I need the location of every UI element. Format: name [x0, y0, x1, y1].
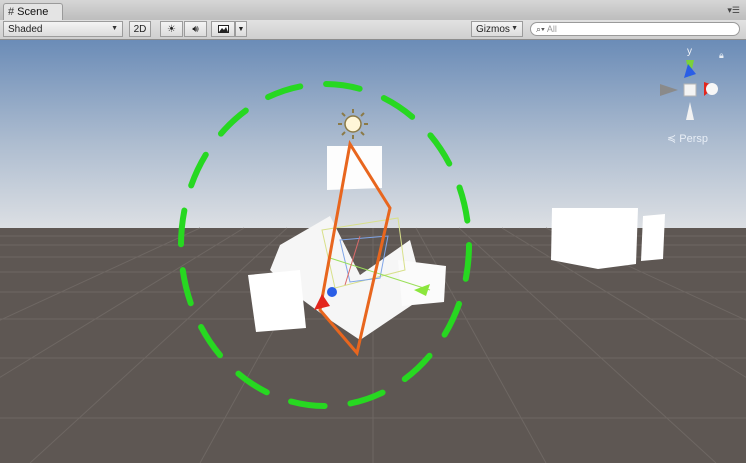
- gizmos-label: Gizmos: [476, 23, 510, 35]
- tab-menu-icon[interactable]: ▾☰: [727, 5, 740, 16]
- lock-icon[interactable]: 🔒︎: [719, 50, 724, 61]
- gizmos-dropdown[interactable]: Gizmos ▼: [471, 21, 523, 37]
- chevron-down-icon: ▼: [237, 25, 245, 33]
- image-effects-icon: [217, 25, 229, 33]
- scene-canvas[interactable]: y: [0, 40, 746, 463]
- axis-y-label: y: [687, 46, 692, 57]
- chevron-down-icon: ▼: [111, 25, 118, 32]
- tab-bar: # Scene ▾☰: [0, 0, 746, 21]
- projection-toggle[interactable]: ≼ Persp: [667, 132, 708, 145]
- search-icon: ⌕▾: [536, 23, 545, 34]
- audio-toggle-button[interactable]: 🔊︎: [184, 21, 207, 37]
- scene-toolbar: Shaded ▼ 2D ☀ 🔊︎ ▼ Gizmos ▼ ⌕▾ All: [0, 20, 746, 40]
- sky: [0, 40, 746, 230]
- grid-icon: #: [8, 6, 15, 18]
- chevron-down-icon: ▼: [511, 25, 518, 32]
- audio-icon: 🔊︎: [192, 23, 199, 35]
- shading-mode-label: Shaded: [8, 23, 43, 35]
- light-icon: ☀: [167, 23, 176, 35]
- scene-viewport[interactable]: y 🔒︎ ≼ Persp: [0, 40, 746, 463]
- tab-scene[interactable]: # Scene: [3, 3, 63, 20]
- lighting-toggle-button[interactable]: ☀: [160, 21, 183, 37]
- 2d-toggle-label: 2D: [133, 23, 147, 35]
- shading-mode-dropdown[interactable]: Shaded ▼: [3, 21, 123, 37]
- projection-label: Persp: [679, 133, 709, 145]
- 2d-toggle-button[interactable]: 2D: [129, 21, 151, 37]
- search-input[interactable]: ⌕▾ All: [530, 22, 740, 36]
- effects-toggle-button[interactable]: [211, 21, 235, 37]
- effects-dropdown-button[interactable]: ▼: [235, 21, 247, 37]
- search-placeholder: All: [546, 24, 557, 34]
- tab-scene-label: Scene: [17, 6, 49, 18]
- projection-icon: ≼: [667, 133, 677, 145]
